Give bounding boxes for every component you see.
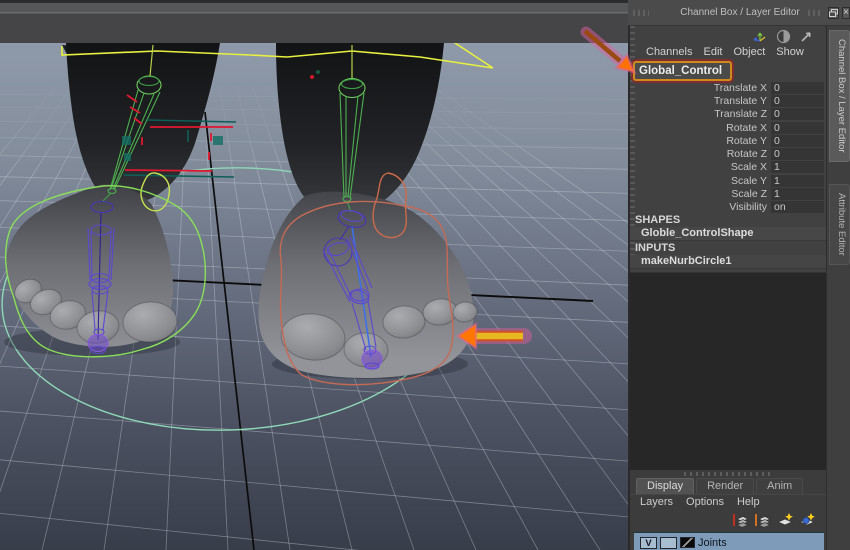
attribute-value-field[interactable]: 0 bbox=[771, 135, 824, 147]
panel-title: Channel Box / Layer Editor bbox=[680, 7, 800, 18]
tab-display[interactable]: Display bbox=[636, 478, 694, 494]
attribute-value-field[interactable]: 1 bbox=[771, 175, 824, 187]
channel-box-empty-area bbox=[630, 272, 828, 470]
viewport-top-bar-highlight bbox=[0, 12, 628, 14]
layer-editor-separator[interactable] bbox=[684, 472, 774, 476]
move-layer-up-icon[interactable] bbox=[732, 511, 750, 528]
attribute-label[interactable]: Scale X bbox=[630, 161, 771, 173]
float-panel-button[interactable] bbox=[828, 7, 839, 19]
shapes-section-header: SHAPES bbox=[630, 214, 828, 227]
window-top-edge bbox=[0, 0, 628, 3]
channel-box-titlebar[interactable]: Channel Box / Layer Editor × bbox=[628, 0, 850, 26]
viewport-dark-band bbox=[0, 14, 628, 44]
channel-box-panel: Channels Edit Object Show Global_Control… bbox=[628, 0, 826, 550]
attribute-label[interactable]: Scale Y bbox=[630, 175, 771, 187]
menu-channels[interactable]: Channels bbox=[646, 46, 692, 61]
menu-help[interactable]: Help bbox=[737, 496, 760, 508]
selected-object-name[interactable]: Global_Control bbox=[633, 61, 732, 81]
float-window-icon bbox=[829, 9, 838, 17]
channel-attribute-row: Rotate X0 bbox=[630, 121, 828, 134]
attribute-value-field[interactable]: 0 bbox=[771, 95, 824, 107]
3d-viewport[interactable] bbox=[0, 0, 628, 550]
inputs-section-header: INPUTS bbox=[630, 242, 828, 255]
titlebar-drag-dots-right[interactable] bbox=[808, 10, 820, 16]
channel-attribute-row: Scale X1 bbox=[630, 161, 828, 174]
attribute-label[interactable]: Visibility bbox=[630, 201, 771, 213]
channel-attribute-row: Scale Y1 bbox=[630, 174, 828, 187]
layer-editor-menubar: Layers Options Help bbox=[630, 494, 828, 509]
attribute-value-field[interactable]: 0 bbox=[771, 148, 824, 160]
channel-box-menubar: Channels Edit Object Show bbox=[630, 46, 828, 61]
attribute-value-field[interactable]: 0 bbox=[771, 108, 824, 120]
side-tab-channel-box[interactable]: Channel Box / Layer Editor bbox=[829, 30, 850, 162]
input-node-name[interactable]: makeNurbCircle1 bbox=[630, 255, 828, 269]
channel-attribute-row: Visibilityon bbox=[630, 201, 828, 214]
selected-object-row: Global_Control bbox=[630, 61, 828, 81]
manipulator-icon[interactable] bbox=[752, 29, 768, 44]
create-layer-from-selected-icon[interactable] bbox=[798, 511, 816, 528]
menu-show[interactable]: Show bbox=[776, 46, 804, 61]
layer-name: Joints bbox=[698, 537, 727, 549]
layer-row-joints[interactable]: V Joints bbox=[634, 532, 824, 550]
viewport-top-bar bbox=[0, 3, 628, 12]
attribute-label[interactable]: Rotate X bbox=[630, 122, 771, 134]
attribute-value-field[interactable]: 1 bbox=[771, 161, 824, 173]
close-panel-button[interactable]: × bbox=[842, 7, 850, 19]
layer-visibility-checkbox[interactable]: V bbox=[640, 537, 657, 549]
attribute-label[interactable]: Rotate Y bbox=[630, 135, 771, 147]
channel-attribute-row: Rotate Y0 bbox=[630, 134, 828, 147]
viewport-scene bbox=[0, 0, 628, 550]
attribute-value-field[interactable]: on bbox=[771, 201, 824, 213]
attribute-value-field[interactable]: 0 bbox=[771, 82, 824, 94]
layer-editor-icon-row bbox=[630, 509, 828, 529]
channel-attributes: Translate X0Translate Y0Translate Z0Rota… bbox=[630, 81, 828, 214]
tab-anim[interactable]: Anim bbox=[756, 478, 803, 494]
attribute-label[interactable]: Translate Y bbox=[630, 95, 771, 107]
create-empty-layer-icon[interactable] bbox=[776, 511, 794, 528]
tab-render[interactable]: Render bbox=[696, 478, 754, 494]
maya-window: Channels Edit Object Show Global_Control… bbox=[0, 0, 850, 550]
channel-attribute-row: Translate X0 bbox=[630, 81, 828, 94]
layer-editor-tabs: Display Render Anim bbox=[630, 477, 828, 494]
layer-editor: Display Render Anim Layers Options Help bbox=[630, 470, 828, 550]
channel-attribute-row: Rotate Z0 bbox=[630, 147, 828, 160]
channel-attribute-row: Translate Z0 bbox=[630, 108, 828, 121]
attribute-label[interactable]: Translate X bbox=[630, 82, 771, 94]
titlebar-drag-dots-left[interactable] bbox=[633, 10, 649, 16]
speed-toggle-icon[interactable] bbox=[776, 29, 791, 44]
editor-side-tab-strip: Channel Box / Layer Editor Attribute Edi… bbox=[826, 26, 850, 550]
slider-mode-icon[interactable] bbox=[799, 29, 814, 44]
shape-node-name[interactable]: Globle_ControlShape bbox=[630, 227, 828, 241]
menu-edit[interactable]: Edit bbox=[703, 46, 722, 61]
attribute-label[interactable]: Scale Z bbox=[630, 188, 771, 200]
layer-color-swatch[interactable] bbox=[680, 537, 695, 548]
side-tab-attribute-editor[interactable]: Attribute Editor bbox=[829, 184, 850, 265]
channel-box-toolbar bbox=[630, 27, 828, 46]
menu-object[interactable]: Object bbox=[733, 46, 765, 61]
attribute-value-field[interactable]: 0 bbox=[771, 122, 824, 134]
layer-playback-checkbox[interactable] bbox=[660, 537, 677, 549]
channel-attribute-row: Translate Y0 bbox=[630, 94, 828, 107]
channel-attribute-row: Scale Z1 bbox=[630, 187, 828, 200]
move-layer-down-icon[interactable] bbox=[754, 511, 772, 528]
menu-options[interactable]: Options bbox=[686, 496, 724, 508]
attribute-value-field[interactable]: 1 bbox=[771, 188, 824, 200]
attribute-label[interactable]: Rotate Z bbox=[630, 148, 771, 160]
menu-layers[interactable]: Layers bbox=[640, 496, 673, 508]
attribute-label[interactable]: Translate Z bbox=[630, 108, 771, 120]
